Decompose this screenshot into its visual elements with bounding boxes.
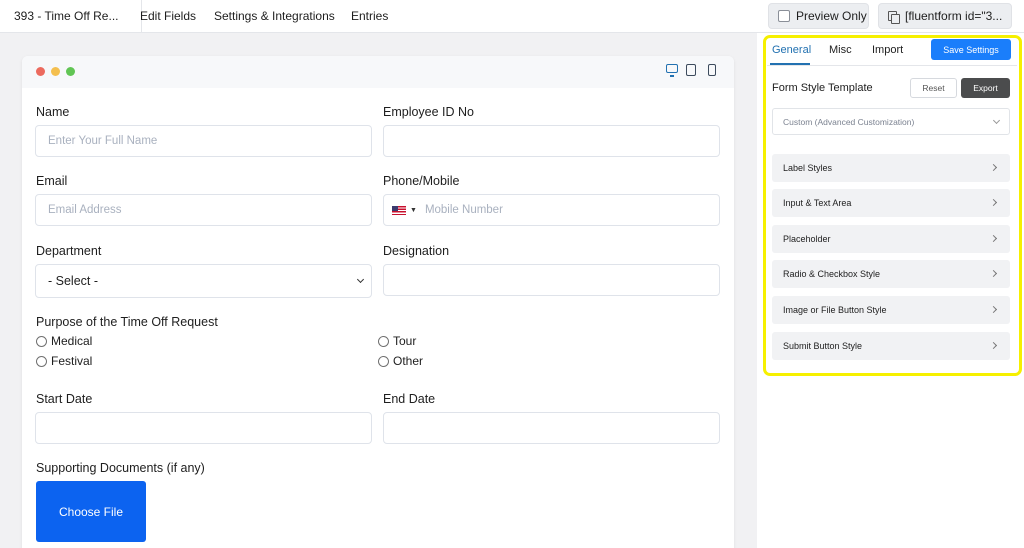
tablet-view-icon[interactable] [686, 64, 696, 76]
employee-id-label: Employee ID No [383, 105, 475, 119]
department-label: Department [36, 244, 102, 258]
preview-only-label: Preview Only [796, 9, 867, 23]
form-title[interactable]: 393 - Time Off Re... [14, 0, 142, 33]
choose-file-button[interactable]: Choose File [36, 481, 146, 542]
designation-label: Designation [383, 244, 450, 258]
caret-down-icon[interactable]: ▼ [410, 207, 417, 214]
desktop-view-icon[interactable] [666, 64, 678, 77]
radio-icon[interactable] [36, 355, 47, 367]
phone-input[interactable]: ▼ Mobile Number [383, 194, 720, 226]
purpose-label: Purpose of the Time Off Request [36, 315, 218, 329]
employee-id-input[interactable] [383, 125, 720, 157]
email-label: Email [36, 174, 68, 188]
chevron-down-icon [356, 275, 365, 284]
checkbox-icon[interactable] [778, 10, 790, 22]
window-dot-green-icon [66, 67, 75, 76]
radio-icon[interactable] [36, 335, 47, 347]
shortcode-text: [fluentform id="3... [905, 9, 1003, 23]
mobile-view-icon[interactable] [708, 64, 716, 76]
us-flag-icon[interactable] [392, 205, 406, 215]
documents-label: Supporting Documents (if any) [36, 461, 205, 475]
nav-settings-integrations[interactable]: Settings & Integrations [214, 0, 335, 33]
start-date-input[interactable] [35, 412, 372, 444]
form-preview-card: Name Enter Your Full Name Employee ID No… [22, 56, 734, 548]
purpose-option-medical[interactable]: Medical [36, 334, 92, 348]
purpose-option-festival[interactable]: Festival [36, 354, 92, 368]
purpose-option-other[interactable]: Other [378, 354, 423, 368]
shortcode-copy-button[interactable]: [fluentform id="3... [878, 3, 1012, 29]
window-dot-yellow-icon [51, 67, 60, 76]
name-label: Name [36, 105, 70, 119]
highlight-frame [763, 35, 1022, 376]
designation-input[interactable] [383, 264, 720, 296]
start-date-label: Start Date [36, 392, 93, 406]
preview-only-toggle[interactable]: Preview Only [768, 3, 869, 29]
name-input[interactable]: Enter Your Full Name [35, 125, 372, 157]
nav-edit-fields[interactable]: Edit Fields [140, 0, 196, 33]
radio-icon[interactable] [378, 355, 389, 367]
radio-icon[interactable] [378, 335, 389, 347]
department-value: - Select - [48, 274, 99, 288]
window-dot-red-icon [36, 67, 45, 76]
end-date-input[interactable] [383, 412, 720, 444]
purpose-option-tour[interactable]: Tour [378, 334, 416, 348]
email-input[interactable]: Email Address [35, 194, 372, 226]
nav-entries[interactable]: Entries [351, 0, 388, 33]
department-select[interactable]: - Select - [35, 264, 372, 298]
copy-icon [888, 10, 900, 24]
end-date-label: End Date [383, 392, 436, 406]
phone-label: Phone/Mobile [383, 174, 460, 188]
card-header [22, 56, 734, 88]
top-bar: 393 - Time Off Re... Edit Fields Setting… [0, 0, 1024, 33]
phone-placeholder: Mobile Number [424, 204, 503, 216]
